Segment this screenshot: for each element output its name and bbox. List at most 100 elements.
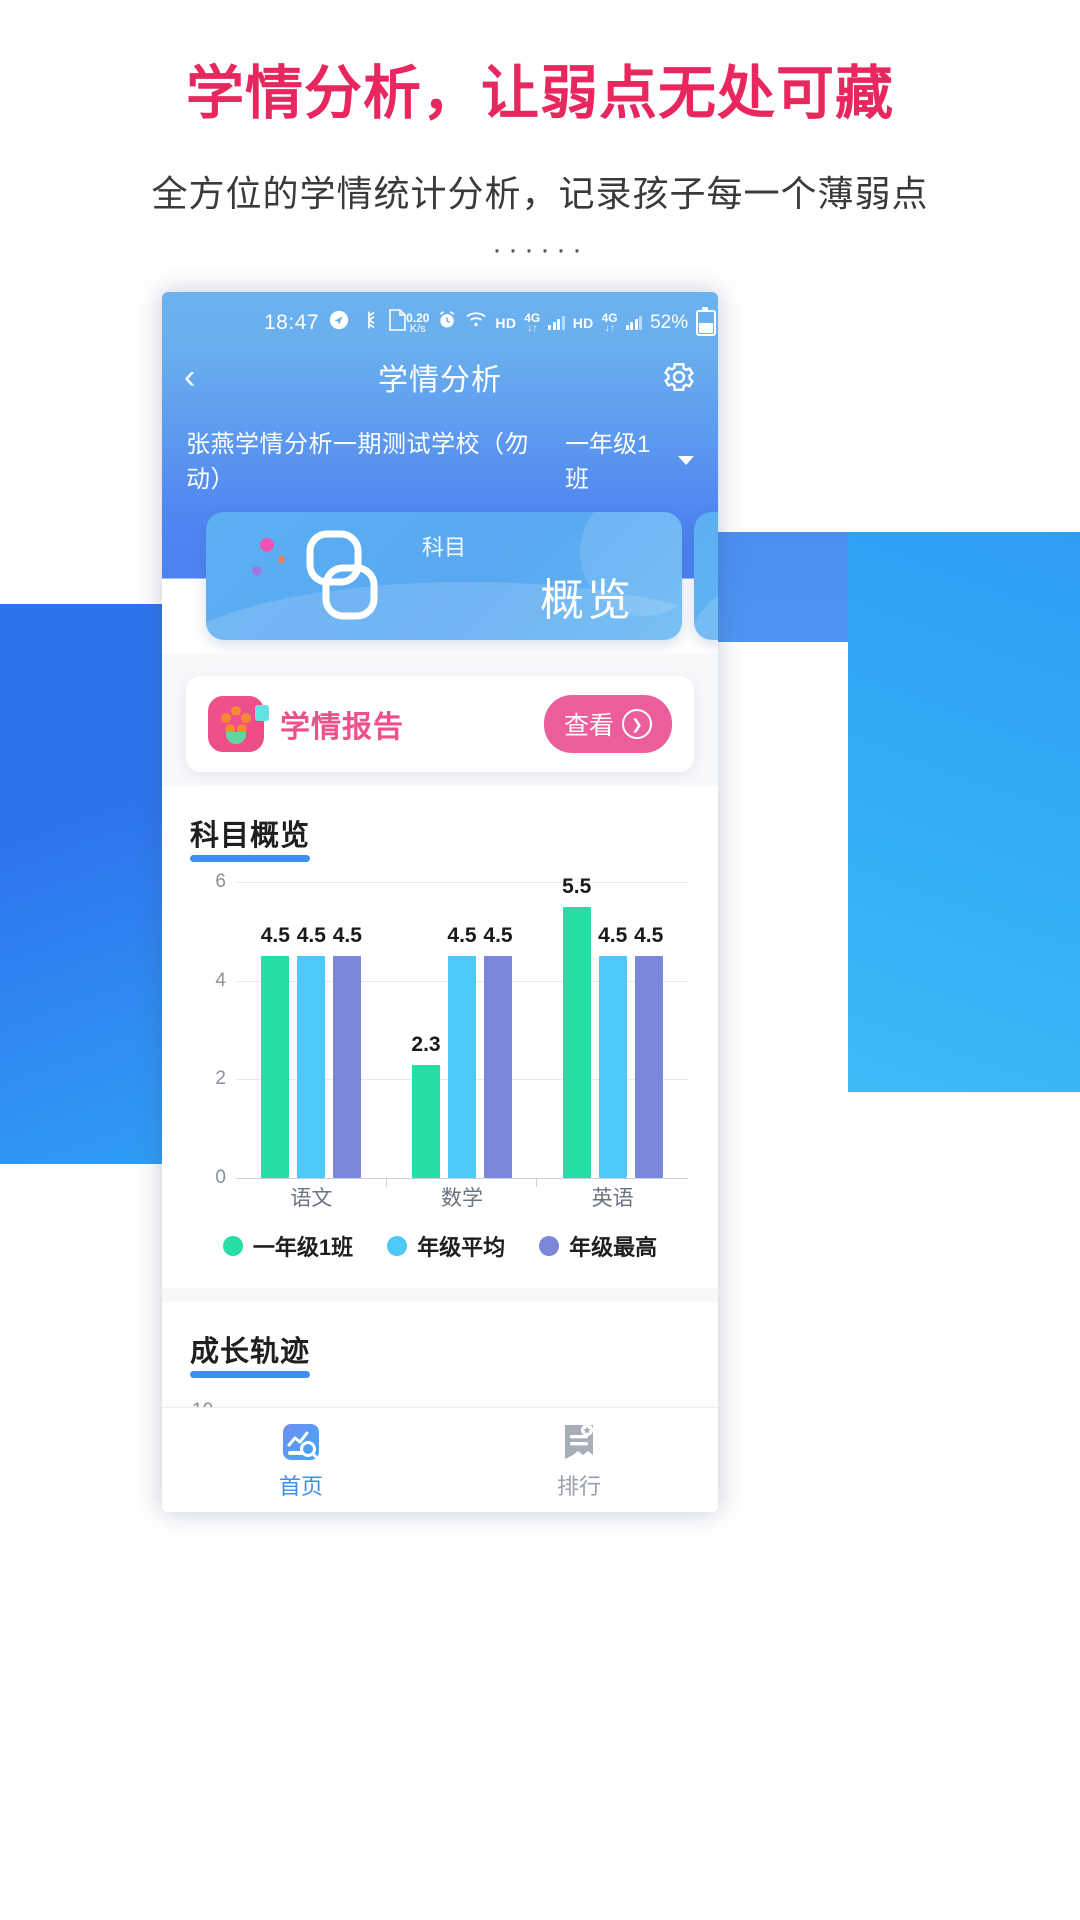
tabbar-item-home[interactable]: 首页 [162,1419,440,1501]
chart-bar-group: 4.5 4.5 4.5 [236,882,387,1187]
hd-label-2: HD [572,315,594,331]
chart-x-axis: 语文 数学 英语 [236,1182,688,1212]
network-type-1: 4G ↓↑ [524,312,540,334]
hero-dots: ······ [492,232,588,266]
chart-bar: 4.5 [634,924,663,1178]
chart-plot-area: 4.5 4.5 4.5 2.3 4.5 4.5 5.5 4.5 4.5 [236,875,688,1187]
chart-y-axis: 0 2 4 6 [192,871,232,1188]
category-tab-strip: 科目 概览 [162,512,718,654]
network-speed-unit: K/s [409,322,426,335]
hero-section: 学情分析，让弱点无处可藏 全方位的学情统计分析，记录孩子每一个薄弱点 ·····… [0,0,1080,267]
chart-bar-value-label: 4.5 [447,924,477,947]
chart-y-tick: 4 [215,969,226,991]
section-title-subject-overview: 科目概览 [190,812,311,862]
tab-next-wave [694,582,718,640]
network-type-2: 4G ↓↑ [602,312,618,334]
gear-icon [664,363,694,391]
wifi-icon [465,311,487,335]
alarm-icon [437,310,457,336]
chart-bar: 2.3 [411,1033,441,1178]
chart-gridline [236,1178,688,1179]
chart-bar-value-label: 4.5 [634,924,664,947]
phone-mockup: 18:47 0.20 K/s HD 4G ↓↑ HD 4G ↓↑ 52% ‹ 学… [162,292,718,1512]
class-selector[interactable]: 一年级1班 [565,424,694,494]
chart-bar-group: 5.5 4.5 4.5 [537,875,688,1178]
chart-legend-label: 年级平均 [417,1235,506,1260]
chart-legend: 一年级1班 年级平均 年级最高 [162,1230,718,1288]
app-header: 18:47 0.20 K/s HD 4G ↓↑ HD 4G ↓↑ 52% ‹ 学… [162,292,718,514]
hd-label: HD [495,315,517,331]
page-subtitle: 全方位的学情统计分析，记录孩子每一个薄弱点 [151,172,929,214]
chart-legend-item: 一年级1班 [222,1230,354,1262]
chart-bar-value-label: 5.5 [562,874,592,898]
back-button[interactable]: ‹ [184,360,195,394]
chart-legend-item: 年级最高 [539,1230,657,1262]
ranking-list-icon [556,1419,602,1465]
view-button-label: 查看 [563,712,614,740]
location-icon [328,309,350,337]
chart-bar: 4.5 [261,924,290,1178]
chart-bar: 4.5 [483,924,513,1178]
home-analytics-icon [278,1419,324,1465]
network-speed: 0.20 K/s [406,312,429,335]
chart-y-tick: 2 [215,1068,226,1090]
battery-percent: 52% [650,312,689,333]
data-arrows-1: ↓↑ [527,323,538,334]
chart-bar-value-label: 4.5 [332,924,362,947]
chart-bar: 4.5 [333,924,362,1178]
data-arrows-2: ↓↑ [604,323,615,334]
app-title: 学情分析 [378,364,502,397]
chart-bar-group: 2.3 4.5 4.5 [387,882,538,1187]
page-title: 学情分析，让弱点无处可藏 [185,61,894,126]
chart-x-tick-label: 语文 [290,1187,333,1210]
section-title-growth-track: 成长轨迹 [190,1328,311,1378]
tab-next-partial[interactable] [694,512,718,640]
settings-button[interactable] [662,360,696,394]
tabbar-item-ranking[interactable]: 排行 [440,1419,718,1501]
chart-legend-swatch [539,1236,560,1256]
bottom-tab-bar: 首页 排行 [162,1407,718,1512]
chart-bar: 5.5 [562,875,591,1178]
chart-legend-label: 年级最高 [569,1235,658,1260]
chart-bar-value-label: 4.5 [296,924,326,947]
tab-subject-overview[interactable]: 科目 概览 [206,512,682,640]
bluetooth-headset-icon [359,309,379,337]
chevron-down-icon [678,456,694,465]
chart-x-tick-label: 数学 [441,1187,483,1210]
flower-leaves [226,732,246,744]
subject-overview-panel: 科目概览 0 2 4 6 4.5 4.5 4.5 2.3 4.5 4.5 5.5 4.5 4.5 语文… [162,786,718,1288]
school-selector-row: 张燕学情分析一期测试学校（勿动） 一年级1班 [162,408,718,494]
chart-legend-item: 年级平均 [387,1230,505,1262]
app-content: 学情报告 查看 ❯ 科目概览 0246 4.5 4.5 4.5 2.3 4.5 4.5 5.… [162,654,718,1512]
chart-x-tick-label: 英语 [591,1187,634,1210]
chart-legend-swatch [222,1236,243,1256]
view-report-button[interactable]: 查看 ❯ [543,695,672,753]
class-name: 一年级1班 [565,431,651,493]
school-name: 张燕学情分析一期测试学校（勿动） [186,431,529,493]
navigation-bar: ‹ 学情分析 [162,346,718,408]
battery-icon [696,307,717,336]
tabbar-label-ranking: 排行 [556,1474,601,1499]
tab-large-label: 概览 [540,576,634,625]
chart-bar-value-label: 4.5 [483,924,513,947]
subject-bar-chart: 0 2 4 6 4.5 4.5 4.5 2.3 4.5 4.5 5.5 4.5 4.5 语文 数学 英语 [192,871,688,1212]
flower-tape [255,705,269,721]
signal-bars-1 [548,316,565,330]
status-bar: 18:47 0.20 K/s HD 4G ↓↑ HD 4G ↓↑ 52% [162,292,718,346]
chart-bar-value-label: 2.3 [411,1032,441,1056]
tabbar-label-home: 首页 [278,1474,323,1499]
chart-bar: 4.5 [297,924,326,1178]
chart-y-tick: 0 [215,1167,226,1188]
flower-book-icon [208,696,269,752]
tab-small-label: 科目 [421,535,466,560]
signal-bars-2 [625,316,643,330]
chart-bar: 4.5 [598,924,627,1178]
document-icon [388,309,406,337]
chart-bar-value-label: 4.5 [598,924,628,947]
report-card[interactable]: 学情报告 查看 ❯ [186,676,694,772]
chart-legend-label: 一年级1班 [252,1235,354,1260]
arrow-right-circle-icon: ❯ [622,709,652,739]
report-title: 学情报告 [280,711,404,744]
chart-legend-swatch [387,1236,408,1256]
chart-y-tick: 6 [215,871,226,892]
